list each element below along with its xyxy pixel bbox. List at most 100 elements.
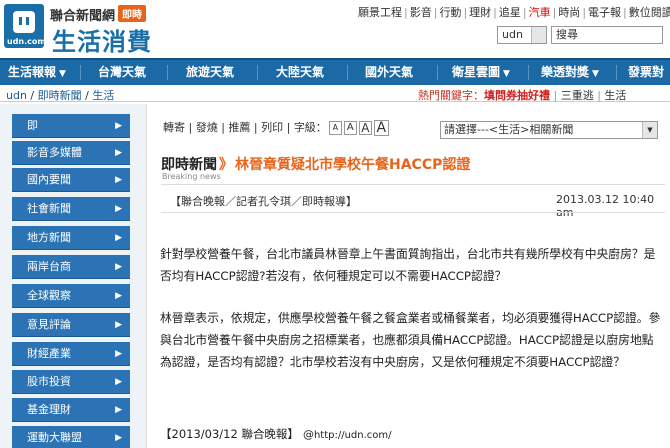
brand-tag: 即時 [118, 5, 146, 22]
top-link[interactable]: 電子報 [586, 6, 623, 19]
footer-source: 【2013/03/12 聯合晚報】 [160, 427, 299, 441]
top-link[interactable]: 行動 [437, 6, 463, 19]
triangle-right-icon: ▶ [115, 148, 122, 158]
nav-item[interactable]: 生活報報 ▼ [8, 60, 66, 85]
meta-divider [161, 212, 665, 213]
plug-icon [13, 11, 35, 33]
hot-keywords: 熱門關鍵字：填問券抽好禮 | 三重逃 | 生活 [418, 87, 626, 103]
tool-recommend[interactable]: 推薦 [228, 121, 250, 134]
at-icon: @ [302, 428, 314, 441]
tool-separator: | [217, 121, 229, 134]
tool-forward[interactable]: 轉寄 [163, 121, 185, 134]
section-subtitle: Breaking news [162, 172, 221, 181]
triangle-right-icon: ▶ [115, 433, 122, 443]
sidebar-item[interactable]: 社會新聞 ▶ [12, 197, 130, 221]
breadcrumb-row: udn / 即時新聞 / 生活 熱門關鍵字：填問券抽好禮 | 三重逃 | 生活 [0, 85, 670, 102]
search-input[interactable]: 搜尋 [551, 26, 663, 44]
nav-divider [257, 65, 258, 80]
triangle-down-icon: ▼ [592, 69, 599, 79]
font-size-medium-button[interactable]: A [343, 121, 357, 135]
tool-hot[interactable]: 發燒 [196, 121, 218, 134]
nav-divider [347, 65, 348, 80]
nav-item[interactable]: 樂透對獎 ▼ [541, 60, 599, 85]
tool-separator: | [283, 121, 294, 134]
keyword-link[interactable]: 生活 [604, 89, 626, 102]
sidebar-item-label: 國內要聞 [27, 173, 71, 186]
keywords-label: 熱門關鍵字： [418, 89, 484, 102]
top-link[interactable]: 理財 [467, 6, 493, 19]
nav-divider [167, 65, 168, 80]
sidebar-item[interactable]: 股市投資 ▶ [12, 370, 130, 394]
top-link[interactable]: 汽車 [527, 6, 553, 19]
sidebar-item[interactable]: 財經產業 ▶ [12, 342, 130, 366]
logo-text: udn.com [7, 37, 46, 46]
sidebar-item-label: 基金理財 [27, 403, 71, 416]
nav-item[interactable]: 發票對 [628, 60, 664, 85]
keyword-link[interactable]: 填問券抽好禮 [484, 89, 550, 102]
top-link[interactable]: 追星 [497, 6, 523, 19]
brand-name[interactable]: 生活消費 [52, 22, 152, 57]
nav-label: 大陸天氣 [276, 65, 325, 79]
sidebar-item-label: 財經產業 [27, 347, 71, 360]
keyword-link[interactable]: 三重逃 [561, 89, 594, 102]
font-size-large-button[interactable]: A [358, 121, 372, 135]
nav-label: 旅遊天氣 [186, 65, 235, 79]
top-link[interactable]: 數位閱讀 [627, 6, 670, 19]
breadcrumb-separator: / [81, 89, 93, 102]
breadcrumb-link[interactable]: 生活 [92, 89, 114, 102]
keyword-separator: | [593, 89, 605, 102]
nav-divider [80, 65, 81, 80]
top-links: 願景工程 | 影音 | 行動 | 理財 | 追星 | 汽車 | 時尚 | 電子報 | 數位閱讀 [356, 4, 670, 20]
nav-item[interactable]: 國外天氣 [365, 60, 413, 85]
nav-item[interactable]: 旅遊天氣 [186, 60, 234, 85]
nav-label: 樂透對獎 [541, 65, 590, 79]
sidebar-item-label: 全球觀察 [27, 289, 71, 302]
sidebar-item-label: 即 [27, 119, 38, 132]
site-logo[interactable]: udn.com [4, 4, 46, 48]
sidebar-item-label: 股市投資 [27, 375, 71, 388]
sidebar-item-label: 運動大聯盟 [27, 431, 82, 444]
breadcrumb-link[interactable]: udn [6, 89, 27, 102]
top-link[interactable]: 影音 [408, 6, 434, 19]
tool-separator: | [185, 121, 196, 134]
triangle-right-icon: ▶ [115, 320, 122, 330]
article-timestamp: 2013.03.12 10:40 am [556, 193, 655, 219]
article-title-row: 即時新聞》林晉章質疑北市學校午餐HACCP認證 [161, 154, 470, 174]
nav-item[interactable]: 大陸天氣 [276, 60, 324, 85]
triangle-right-icon: ▶ [115, 204, 122, 214]
nav-label: 發票對 [628, 65, 665, 79]
font-size-small-button[interactable]: A [328, 121, 342, 135]
sidebar-item[interactable]: 即 ▶ [12, 114, 130, 138]
top-link[interactable]: 時尚 [556, 6, 582, 19]
breadcrumb-link[interactable]: 即時新聞 [38, 89, 82, 102]
sidebar-item[interactable]: 全球觀察 ▶ [12, 284, 130, 308]
font-size-xlarge-button[interactable]: A [373, 120, 389, 136]
sidebar-item[interactable]: 國內要聞 ▶ [12, 168, 130, 192]
sidebar-item[interactable]: 兩岸台商 ▶ [12, 255, 130, 279]
triangle-right-icon: ▶ [115, 233, 122, 243]
nav-item[interactable]: 台灣天氣 [98, 60, 146, 85]
nav-label: 國外天氣 [365, 65, 414, 79]
nav-label: 生活報報 [8, 65, 57, 79]
related-news-select[interactable]: 請選擇---<生活>相關新聞 [440, 121, 658, 139]
triangle-right-icon: ▶ [115, 349, 122, 359]
nav-divider [528, 65, 529, 80]
nav-item[interactable]: 衛星雲圖 ▼ [452, 60, 510, 85]
sidebar-item[interactable]: 運動大聯盟 ▶ [12, 426, 130, 448]
sidebar-item[interactable]: 地方新聞 ▶ [12, 226, 130, 250]
triangle-right-icon: ▶ [115, 262, 122, 272]
keyword-separator: | [550, 89, 561, 102]
section-label: 即時新聞 [161, 157, 217, 173]
tool-print[interactable]: 列印 [261, 121, 283, 134]
site-header: udn.com 聯合新聞網 即時 生活消費 願景工程 | 影音 | 行動 | 理財 | 追星 | 汽… [0, 0, 670, 58]
sidebar-item[interactable]: 基金理財 ▶ [12, 398, 130, 422]
article-paragraph: 林晉章表示，依規定，供應學校營養午餐之餐盒業者或桶餐業者，均必須要獲得HACCP… [160, 311, 661, 369]
search-scope-select[interactable]: udn [497, 26, 547, 44]
breadcrumb-separator: / [26, 89, 38, 102]
triangle-right-icon: ▶ [115, 175, 122, 185]
top-link[interactable]: 願景工程 [356, 6, 404, 19]
breadcrumb: udn / 即時新聞 / 生活 [6, 87, 114, 103]
footer-url[interactable]: http://udn.com/ [314, 430, 392, 441]
sidebar-item[interactable]: 意見評論 ▶ [12, 313, 130, 337]
sidebar-item[interactable]: 影音多媒體 ▶ [12, 141, 130, 165]
